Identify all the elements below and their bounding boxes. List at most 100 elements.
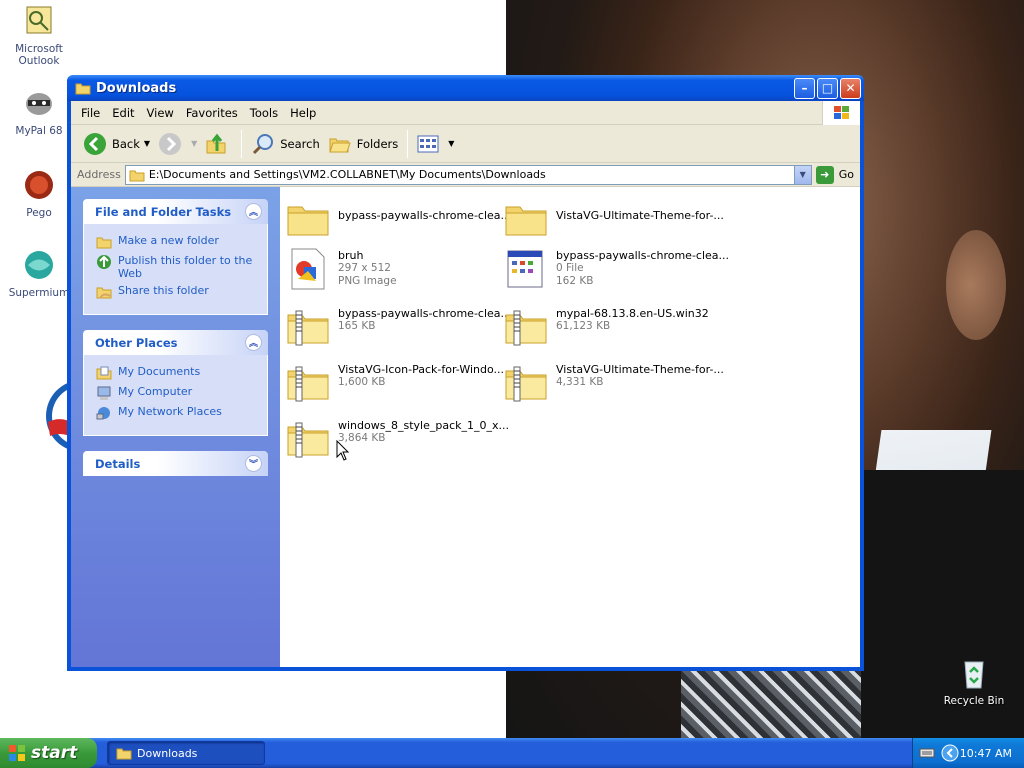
task-share-folder[interactable]: Share this folder bbox=[96, 284, 257, 300]
file-detail: 4,331 KB bbox=[556, 376, 604, 388]
task-make-new-folder[interactable]: Make a new folder bbox=[96, 234, 257, 250]
chevron-down-icon[interactable]: ▼ bbox=[144, 139, 150, 148]
file-name: windows_8_style_pack_1_0_x... bbox=[338, 419, 509, 432]
file-meta: windows_8_style_pack_1_0_x... 3,864 KB bbox=[338, 415, 509, 445]
file-meta: bruh 297 x 512 PNG Image bbox=[338, 245, 397, 288]
file-meta: VistaVG-Icon-Pack-for-Windo... 1,600 KB bbox=[338, 359, 504, 389]
file-item[interactable]: mypal-68.13.8.en-US.win32 61,123 KB bbox=[502, 303, 717, 355]
system-tray: 10:47 AM bbox=[912, 738, 1024, 768]
taskbar-item-downloads[interactable]: Downloads bbox=[107, 741, 265, 765]
file-item[interactable]: VistaVG-Ultimate-Theme-for-... 4,331 KB bbox=[502, 359, 724, 411]
zip-folder-icon bbox=[284, 303, 332, 351]
explorer-body: File and Folder Tasks ︽ Make a new folde… bbox=[71, 187, 860, 667]
keyboard-icon[interactable] bbox=[919, 747, 935, 759]
folders-button[interactable]: Folders bbox=[324, 128, 403, 160]
window-client: File Edit View Favorites Tools Help Back… bbox=[71, 101, 860, 667]
close-icon: ✕ bbox=[845, 81, 856, 95]
panel-header[interactable]: File and Folder Tasks ︽ bbox=[83, 199, 268, 224]
close-button[interactable]: ✕ bbox=[840, 77, 861, 99]
address-input[interactable]: E:\Documents and Settings\VM2.COLLABNET\… bbox=[124, 164, 812, 185]
recycle-bin-icon bbox=[964, 661, 984, 689]
views-button[interactable]: ▼ bbox=[413, 128, 458, 160]
outlook-icon bbox=[26, 6, 52, 34]
file-name: VistaVG-Icon-Pack-for-Windo... bbox=[338, 363, 504, 376]
up-folder-button[interactable] bbox=[201, 128, 236, 160]
go-label: Go bbox=[838, 168, 854, 181]
desktop-icon-mypal[interactable]: MyPal 68 bbox=[1, 86, 77, 137]
task-pane: File and Folder Tasks ︽ Make a new folde… bbox=[71, 187, 280, 667]
file-item[interactable]: bypass-paywalls-chrome-clea... bbox=[284, 195, 511, 247]
desktop-icon-label: Microsoft Outlook bbox=[15, 43, 63, 67]
file-item[interactable]: bypass-paywalls-chrome-clea... 0 File 162 … bbox=[502, 245, 729, 297]
title-bar[interactable]: Downloads – □ ✕ bbox=[67, 75, 864, 101]
my-computer-icon bbox=[97, 386, 111, 400]
file-item[interactable]: VistaVG-Icon-Pack-for-Windo... 1,600 KB bbox=[284, 359, 504, 411]
task-label: Share this folder bbox=[118, 284, 209, 297]
file-name: VistaVG-Ultimate-Theme-for-... bbox=[556, 209, 724, 222]
maximize-icon: □ bbox=[821, 81, 834, 95]
start-label: start bbox=[31, 743, 78, 763]
file-detail: 0 File bbox=[556, 262, 584, 274]
file-list: bypass-paywalls-chrome-clea... VistaVG-Ul… bbox=[280, 187, 860, 667]
zip-folder-icon bbox=[502, 359, 550, 407]
desktop-icon-outlook[interactable]: Microsoft Outlook bbox=[1, 4, 77, 67]
menu-file[interactable]: File bbox=[75, 106, 106, 120]
back-button[interactable]: Back ▼ bbox=[79, 128, 154, 160]
place-my-documents[interactable]: My Documents bbox=[96, 365, 257, 381]
pego-icon bbox=[25, 171, 53, 199]
panel-header[interactable]: Details ︾ bbox=[83, 451, 268, 476]
address-dropdown-button[interactable]: ▼ bbox=[793, 165, 811, 184]
file-meta: bypass-paywalls-chrome-clea... 0 File 162 … bbox=[556, 245, 729, 288]
minimize-icon: – bbox=[801, 81, 808, 95]
place-my-computer[interactable]: My Computer bbox=[96, 385, 257, 401]
panel-header[interactable]: Other Places ︽ bbox=[83, 330, 268, 355]
task-publish-folder[interactable]: Publish this folder to the Web bbox=[96, 254, 257, 280]
search-button[interactable]: Search bbox=[247, 128, 324, 160]
menu-bar: File Edit View Favorites Tools Help bbox=[71, 101, 860, 125]
panel-title: Other Places bbox=[95, 335, 178, 350]
minimize-button[interactable]: – bbox=[794, 77, 815, 99]
go-button[interactable]: ➜ Go bbox=[815, 165, 854, 184]
menu-tools[interactable]: Tools bbox=[244, 106, 284, 120]
new-folder-icon bbox=[96, 237, 112, 249]
expand-chevron-icon[interactable]: ︾ bbox=[245, 455, 262, 472]
notification-chevron-icon[interactable] bbox=[941, 744, 959, 762]
address-bar: Address E:\Documents and Settings\VM2.CO… bbox=[71, 163, 860, 187]
go-arrow-icon: ➜ bbox=[815, 165, 834, 184]
taskbar-item-label: Downloads bbox=[137, 746, 198, 760]
back-arrow-icon bbox=[83, 132, 107, 156]
file-item[interactable]: windows_8_style_pack_1_0_x... 3,864 KB bbox=[284, 415, 509, 467]
search-label: Search bbox=[280, 136, 320, 151]
menu-edit[interactable]: Edit bbox=[106, 106, 140, 120]
folder-icon bbox=[75, 83, 91, 95]
address-label: Address bbox=[77, 168, 121, 181]
forward-button[interactable]: ▼ bbox=[154, 128, 201, 160]
place-my-network-places[interactable]: My Network Places bbox=[96, 405, 257, 421]
collapse-chevron-icon[interactable]: ︽ bbox=[245, 203, 262, 220]
file-item[interactable]: VistaVG-Ultimate-Theme-for-... bbox=[502, 195, 724, 247]
file-detail: 61,123 KB bbox=[556, 320, 611, 332]
maximize-button[interactable]: □ bbox=[817, 77, 838, 99]
desktop-icon-pego[interactable]: Pego bbox=[1, 168, 77, 219]
file-item[interactable]: bruh 297 x 512 PNG Image bbox=[284, 245, 499, 297]
menu-favorites[interactable]: Favorites bbox=[180, 106, 244, 120]
desktop-icon-label: Pego bbox=[26, 207, 52, 219]
desktop-icon-supermium[interactable]: Supermium bbox=[1, 248, 77, 299]
file-name: bypass-paywalls-chrome-clea... bbox=[556, 249, 730, 262]
desktop-icon-recycle-bin[interactable]: Recycle Bin bbox=[936, 656, 1012, 707]
supermium-icon bbox=[25, 251, 53, 279]
address-value: E:\Documents and Settings\VM2.COLLABNET\… bbox=[148, 168, 546, 181]
start-button[interactable]: start bbox=[0, 738, 97, 768]
mouse-cursor-icon bbox=[336, 440, 350, 461]
collapse-chevron-icon[interactable]: ︽ bbox=[245, 334, 262, 351]
file-item[interactable]: bypass-paywalls-chrome-clea... 165 KB bbox=[284, 303, 511, 355]
chevron-down-icon: ▼ bbox=[191, 139, 198, 148]
menu-help[interactable]: Help bbox=[284, 106, 322, 120]
menu-view[interactable]: View bbox=[141, 106, 180, 120]
my-documents-icon bbox=[96, 366, 112, 380]
forward-arrow-icon bbox=[158, 132, 182, 156]
file-meta: bypass-paywalls-chrome-clea... bbox=[338, 195, 511, 222]
details-panel: Details ︾ bbox=[83, 451, 268, 476]
panel-title: Details bbox=[95, 456, 141, 471]
file-name: bypass-paywalls-chrome-clea... bbox=[338, 307, 512, 320]
